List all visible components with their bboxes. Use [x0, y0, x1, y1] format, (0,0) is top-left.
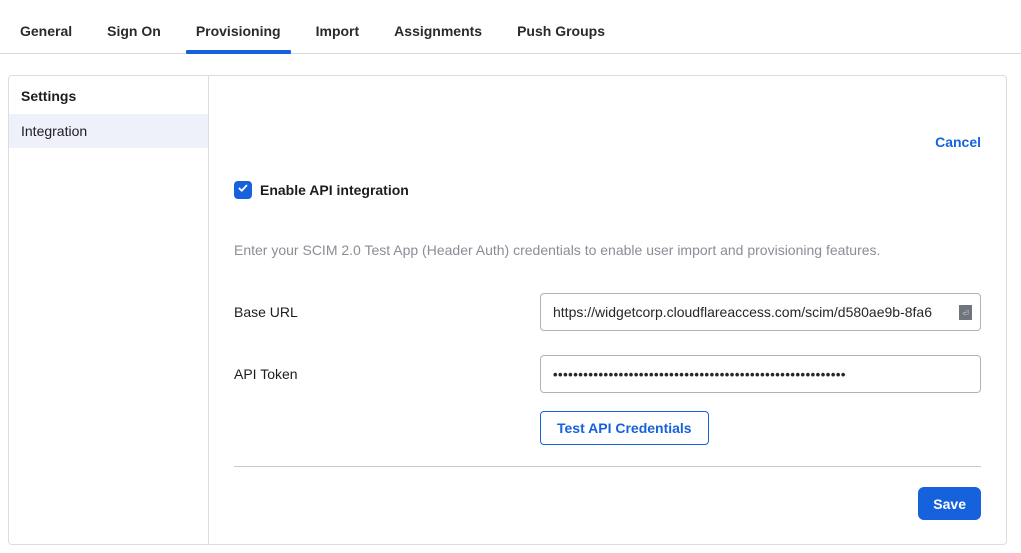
api-token-field-row: API Token — [234, 355, 981, 393]
cancel-button[interactable]: Cancel — [935, 134, 981, 150]
base-url-input-wrap: ⏎ — [540, 293, 981, 331]
tab-general[interactable]: General — [20, 0, 72, 54]
tab-push-groups[interactable]: Push Groups — [517, 0, 605, 54]
enable-api-integration-row: Enable API integration — [234, 181, 981, 199]
provisioning-panel: Settings Integration Cancel Enable API i… — [8, 75, 1007, 545]
enable-api-integration-checkbox[interactable] — [234, 181, 252, 199]
settings-sidebar: Settings Integration — [9, 76, 209, 544]
tab-assignments[interactable]: Assignments — [394, 0, 482, 54]
api-token-input-wrap — [540, 355, 981, 393]
base-url-input[interactable] — [540, 293, 981, 331]
test-credentials-row: Test API Credentials — [540, 411, 981, 445]
tab-sign-on[interactable]: Sign On — [107, 0, 161, 54]
save-row: Save — [234, 487, 981, 520]
checkmark-icon — [237, 181, 249, 199]
credentials-description: Enter your SCIM 2.0 Test App (Header Aut… — [234, 243, 981, 257]
tab-provisioning[interactable]: Provisioning — [196, 0, 281, 54]
enable-api-integration-label: Enable API integration — [260, 182, 409, 198]
test-api-credentials-button[interactable]: Test API Credentials — [540, 411, 709, 445]
tab-bar: General Sign On Provisioning Import Assi… — [0, 0, 1021, 54]
tab-import[interactable]: Import — [316, 0, 360, 54]
sidebar-item-integration[interactable]: Integration — [9, 114, 208, 148]
content-divider — [234, 466, 981, 467]
cancel-row: Cancel — [234, 135, 981, 149]
save-button[interactable]: Save — [918, 487, 981, 520]
base-url-field-row: Base URL ⏎ — [234, 293, 981, 331]
api-token-input[interactable] — [540, 355, 981, 393]
api-token-label: API Token — [234, 366, 540, 382]
sidebar-heading: Settings — [9, 86, 208, 114]
integration-settings-form: Cancel Enable API integration Enter your… — [209, 76, 1006, 544]
base-url-label: Base URL — [234, 304, 540, 320]
